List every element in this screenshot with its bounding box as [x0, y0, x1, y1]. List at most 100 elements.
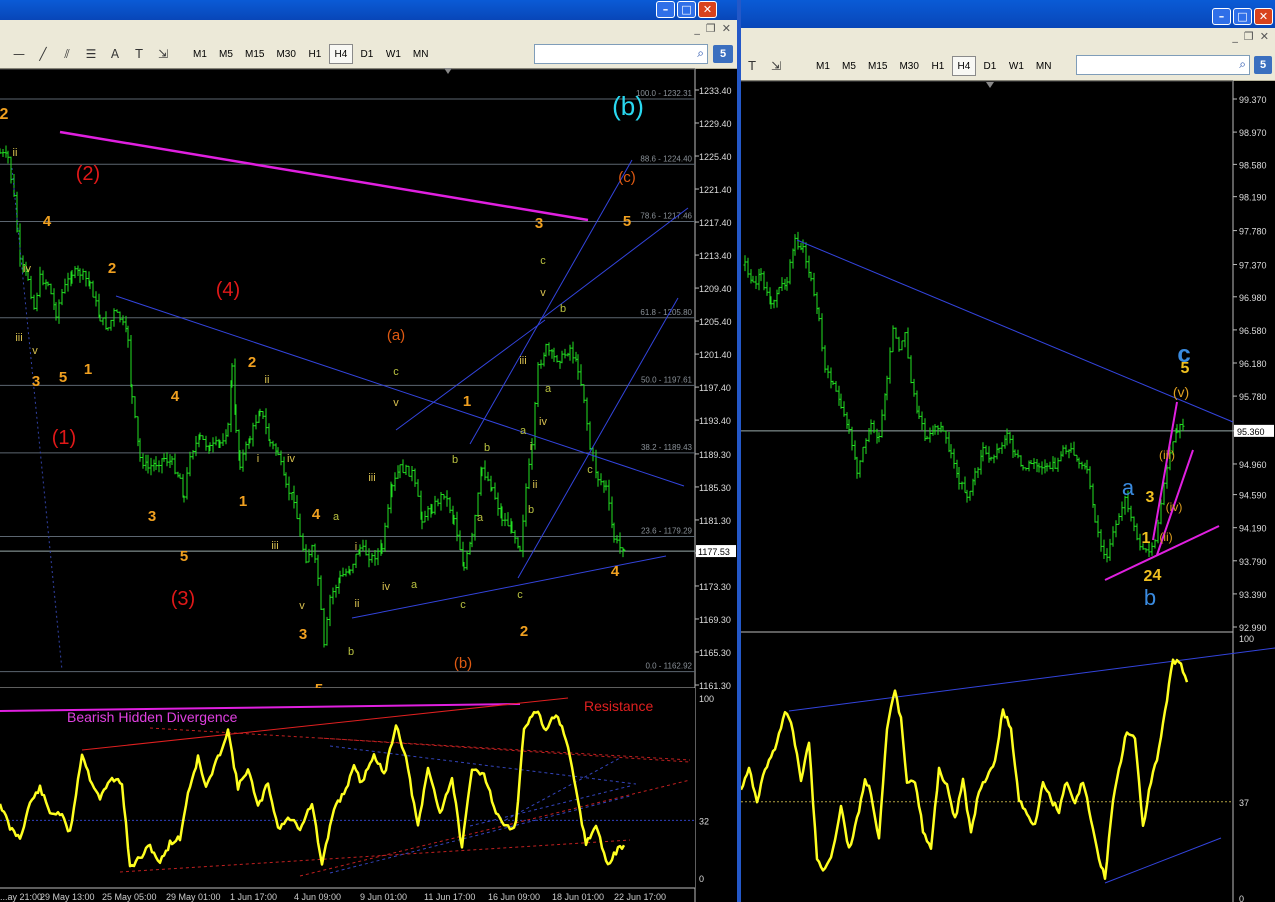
timeframe-mn[interactable]: MN	[408, 44, 434, 64]
wave-label: 2	[108, 260, 116, 277]
wave-label: 1	[1142, 530, 1151, 547]
current-price-label: 95.360	[1237, 427, 1265, 437]
left-search-input[interactable]: ⌕	[534, 44, 708, 64]
right-badge[interactable]: 5	[1254, 56, 1272, 74]
divergence-label: Bearish Hidden Divergence	[67, 709, 238, 725]
sub-wave-label: iii	[519, 355, 526, 367]
timeframe-m30[interactable]: M30	[271, 44, 300, 64]
wedge-line	[1152, 401, 1178, 541]
resistance-label: Resistance	[584, 698, 653, 714]
maximize-button[interactable]: □	[1233, 8, 1252, 25]
search-icon[interactable]: ⌕	[697, 46, 704, 61]
sub-wave-label: b	[560, 303, 566, 315]
sub-wave-label: a	[333, 511, 340, 523]
scroll-marker-icon	[444, 68, 452, 74]
timeframe-m15[interactable]: M15	[863, 56, 892, 76]
shapes-dropdown-icon[interactable]: ⇲	[765, 56, 787, 76]
timeframe-m15[interactable]: M15	[240, 44, 269, 64]
y-tick-label: 99.370	[1239, 95, 1267, 105]
timeframe-h4[interactable]: H4	[951, 56, 976, 76]
y-tick-label: 1201.40	[699, 350, 732, 360]
upper-channel-line	[115, 295, 685, 487]
scroll-marker-icon	[986, 82, 994, 88]
timeframe-m5[interactable]: M5	[837, 56, 861, 76]
mdi-restore-icon[interactable]: ❐	[706, 22, 716, 35]
mdi-minimize-icon[interactable]: _	[694, 22, 700, 35]
timeframe-h4[interactable]: H4	[328, 44, 353, 64]
y-tick-label: 94.590	[1239, 491, 1267, 501]
timeframe-m1[interactable]: M1	[188, 44, 212, 64]
sub-wave-label: v	[299, 600, 305, 612]
mdi-minimize-icon[interactable]: _	[1232, 30, 1238, 43]
timeframe-d1[interactable]: D1	[978, 56, 1002, 76]
sub-wave-label: iii	[368, 472, 375, 484]
sub-wave-label: ii	[355, 598, 360, 610]
sub-wave-label: b	[484, 442, 490, 454]
right-search-input[interactable]: ⌕	[1076, 55, 1250, 75]
current-price-label: 1177.53	[698, 547, 730, 557]
wave-label: b	[1144, 585, 1156, 610]
timeframe-w1[interactable]: W1	[381, 44, 406, 64]
text-icon[interactable]: A	[104, 44, 126, 64]
sub-wave-label: v	[393, 397, 399, 409]
horizontal-line-icon[interactable]: —	[8, 44, 30, 64]
y-tick-label: 1185.30	[699, 483, 731, 493]
close-button[interactable]: ✕	[1254, 8, 1273, 25]
wave-label: (c)	[618, 169, 636, 186]
timeframe-h1[interactable]: H1	[926, 56, 950, 76]
y-tick-label: 1225.40	[699, 152, 732, 162]
left-toolbar: _ ❐ ✕ — ╱ ⫽ ☰ A T ⇲ M1 M5 M15 M30 H1 H4 D1 W1 MN…	[0, 20, 737, 69]
left-chart-area: 1233.401229.401225.401221.401217.401213.…	[0, 68, 736, 902]
text-label-icon[interactable]: T	[741, 56, 763, 76]
search-icon[interactable]: ⌕	[1239, 57, 1246, 72]
oscillator-tick: 100	[699, 694, 714, 704]
trendline-icon[interactable]: ╱	[32, 44, 54, 64]
y-tick-label: 1229.40	[699, 119, 732, 129]
minimize-button[interactable]: –	[656, 1, 675, 18]
sub-wave-label: iv	[287, 453, 295, 465]
fibonacci-icon[interactable]: ☰	[80, 44, 102, 64]
channel-icon[interactable]: ⫽	[56, 44, 78, 64]
sub-wave-label: iv	[539, 416, 547, 428]
sub-wave-label: iii	[15, 332, 22, 344]
sub-wave-label: iv	[382, 581, 390, 593]
wave-label: 3	[535, 215, 543, 232]
wave-label: 4	[312, 506, 321, 523]
fork-line	[469, 159, 633, 445]
text-label-icon[interactable]: T	[128, 44, 150, 64]
magenta-trendline	[59, 130, 589, 222]
timeframe-d1[interactable]: D1	[355, 44, 379, 64]
timeframe-m1[interactable]: M1	[811, 56, 835, 76]
shapes-dropdown-icon[interactable]: ⇲	[152, 44, 174, 64]
dotted-fork-line	[11, 167, 63, 671]
close-button[interactable]: ✕	[698, 1, 717, 18]
wave-label: 3	[1146, 489, 1155, 506]
fib-level-label: 100.0 - 1232.31	[636, 89, 693, 98]
wave-label: (2)	[76, 163, 100, 185]
y-tick-label: 1209.40	[699, 284, 732, 294]
timeframe-m30[interactable]: M30	[894, 56, 923, 76]
mdi-restore-icon[interactable]: ❐	[1244, 30, 1254, 43]
wave-label: 1	[84, 361, 92, 378]
timeframe-h1[interactable]: H1	[303, 44, 327, 64]
wave-label: (iv)	[1166, 500, 1183, 514]
mdi-close-icon[interactable]: ✕	[722, 22, 731, 35]
mdi-close-icon[interactable]: ✕	[1260, 30, 1269, 43]
minimize-button[interactable]: –	[1212, 8, 1231, 25]
left-badge[interactable]: 5	[713, 45, 733, 63]
y-tick-label: 92.990	[1239, 623, 1267, 633]
sub-wave-label: c	[460, 599, 466, 611]
sub-wave-label: i	[355, 541, 357, 553]
price-candles	[0, 145, 626, 648]
left-timeframes: M1 M5 M15 M30 H1 H4 D1 W1 MN	[188, 44, 433, 64]
timeframe-mn[interactable]: MN	[1031, 56, 1057, 76]
y-tick-label: 1221.40	[699, 185, 732, 195]
maximize-button[interactable]: □	[677, 1, 696, 18]
sub-wave-label: iii	[271, 540, 278, 552]
wave-label: 1	[239, 493, 247, 510]
timeframe-w1[interactable]: W1	[1004, 56, 1029, 76]
right-titlebar: – □ ✕	[741, 0, 1275, 28]
y-tick-label: 96.580	[1239, 326, 1267, 336]
y-tick-label: 1173.30	[699, 582, 731, 592]
timeframe-m5[interactable]: M5	[214, 44, 238, 64]
